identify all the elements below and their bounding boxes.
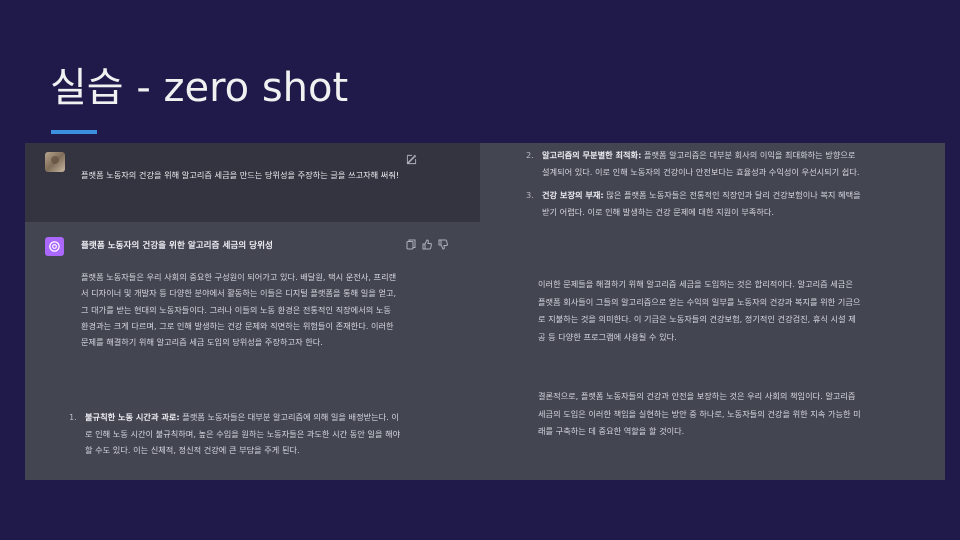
list-item: 1. 불규칙한 노동 시간과 과로: 플랫폼 노동자들은 대부분 알고리즘에 의… <box>69 409 401 459</box>
user-message-text: 플랫폼 노동자의 건강을 위해 알고리즘 세금을 만드는 당위성을 주장하는 글… <box>81 170 400 180</box>
list-number: 3. <box>526 190 534 200</box>
assistant-title: 플랫폼 노동자의 건강을 위한 알고리즘 세금의 당위성 <box>81 241 273 251</box>
list-item: 3. 건강 보장의 부재: 많은 플랫폼 노동자들은 전통적인 직장인과 달리 … <box>526 187 862 221</box>
chatgpt-logo-icon <box>45 237 64 256</box>
list-item-heading: 건강 보장의 부재: <box>542 190 604 200</box>
thumbs-up-icon[interactable] <box>422 239 432 250</box>
assistant-paragraph: 이러한 문제들을 해결하기 위해 알고리즘 세금을 도입하는 것은 합리적이다.… <box>538 279 861 342</box>
chat-screenshot-right: 2. 알고리즘의 무분별한 최적화: 플랫폼 알고리즘은 대부분 회사의 이익을… <box>480 143 945 480</box>
list-item: 2. 알고리즘의 무분별한 최적화: 플랫폼 알고리즘은 대부분 회사의 이익을… <box>526 147 862 181</box>
assistant-list-left: 1. 불규칙한 노동 시간과 과로: 플랫폼 노동자들은 대부분 알고리즘에 의… <box>69 409 401 459</box>
list-number: 1. <box>69 412 77 422</box>
assistant-intro: 플랫폼 노동자들은 우리 사회의 중요한 구성원이 되어가고 있다. 배달원, … <box>81 272 397 348</box>
message-actions <box>406 239 448 250</box>
slide-title: 실습 - zero shot <box>50 65 349 111</box>
user-avatar <box>45 152 65 172</box>
assistant-conclusion: 결론적으로, 플랫폼 노동자들의 건강과 안전을 보장하는 것은 우리 사회의 … <box>538 391 861 437</box>
copy-icon[interactable] <box>406 239 416 250</box>
chat-screenshot-left: 플랫폼 노동자의 건강을 위해 알고리즘 세금을 만드는 당위성을 주장하는 글… <box>25 143 480 480</box>
edit-icon[interactable] <box>406 154 417 165</box>
title-underline <box>51 130 97 134</box>
list-item-heading: 불규칙한 노동 시간과 과로: <box>85 412 180 422</box>
thumbs-down-icon[interactable] <box>438 239 448 250</box>
assistant-list-right: 2. 알고리즘의 무분별한 최적화: 플랫폼 알고리즘은 대부분 회사의 이익을… <box>526 147 862 227</box>
list-item-heading: 알고리즘의 무분별한 최적화: <box>542 150 642 160</box>
user-message: 플랫폼 노동자의 건강을 위해 알고리즘 세금을 만드는 당위성을 주장하는 글… <box>25 143 480 222</box>
list-number: 2. <box>526 150 534 160</box>
